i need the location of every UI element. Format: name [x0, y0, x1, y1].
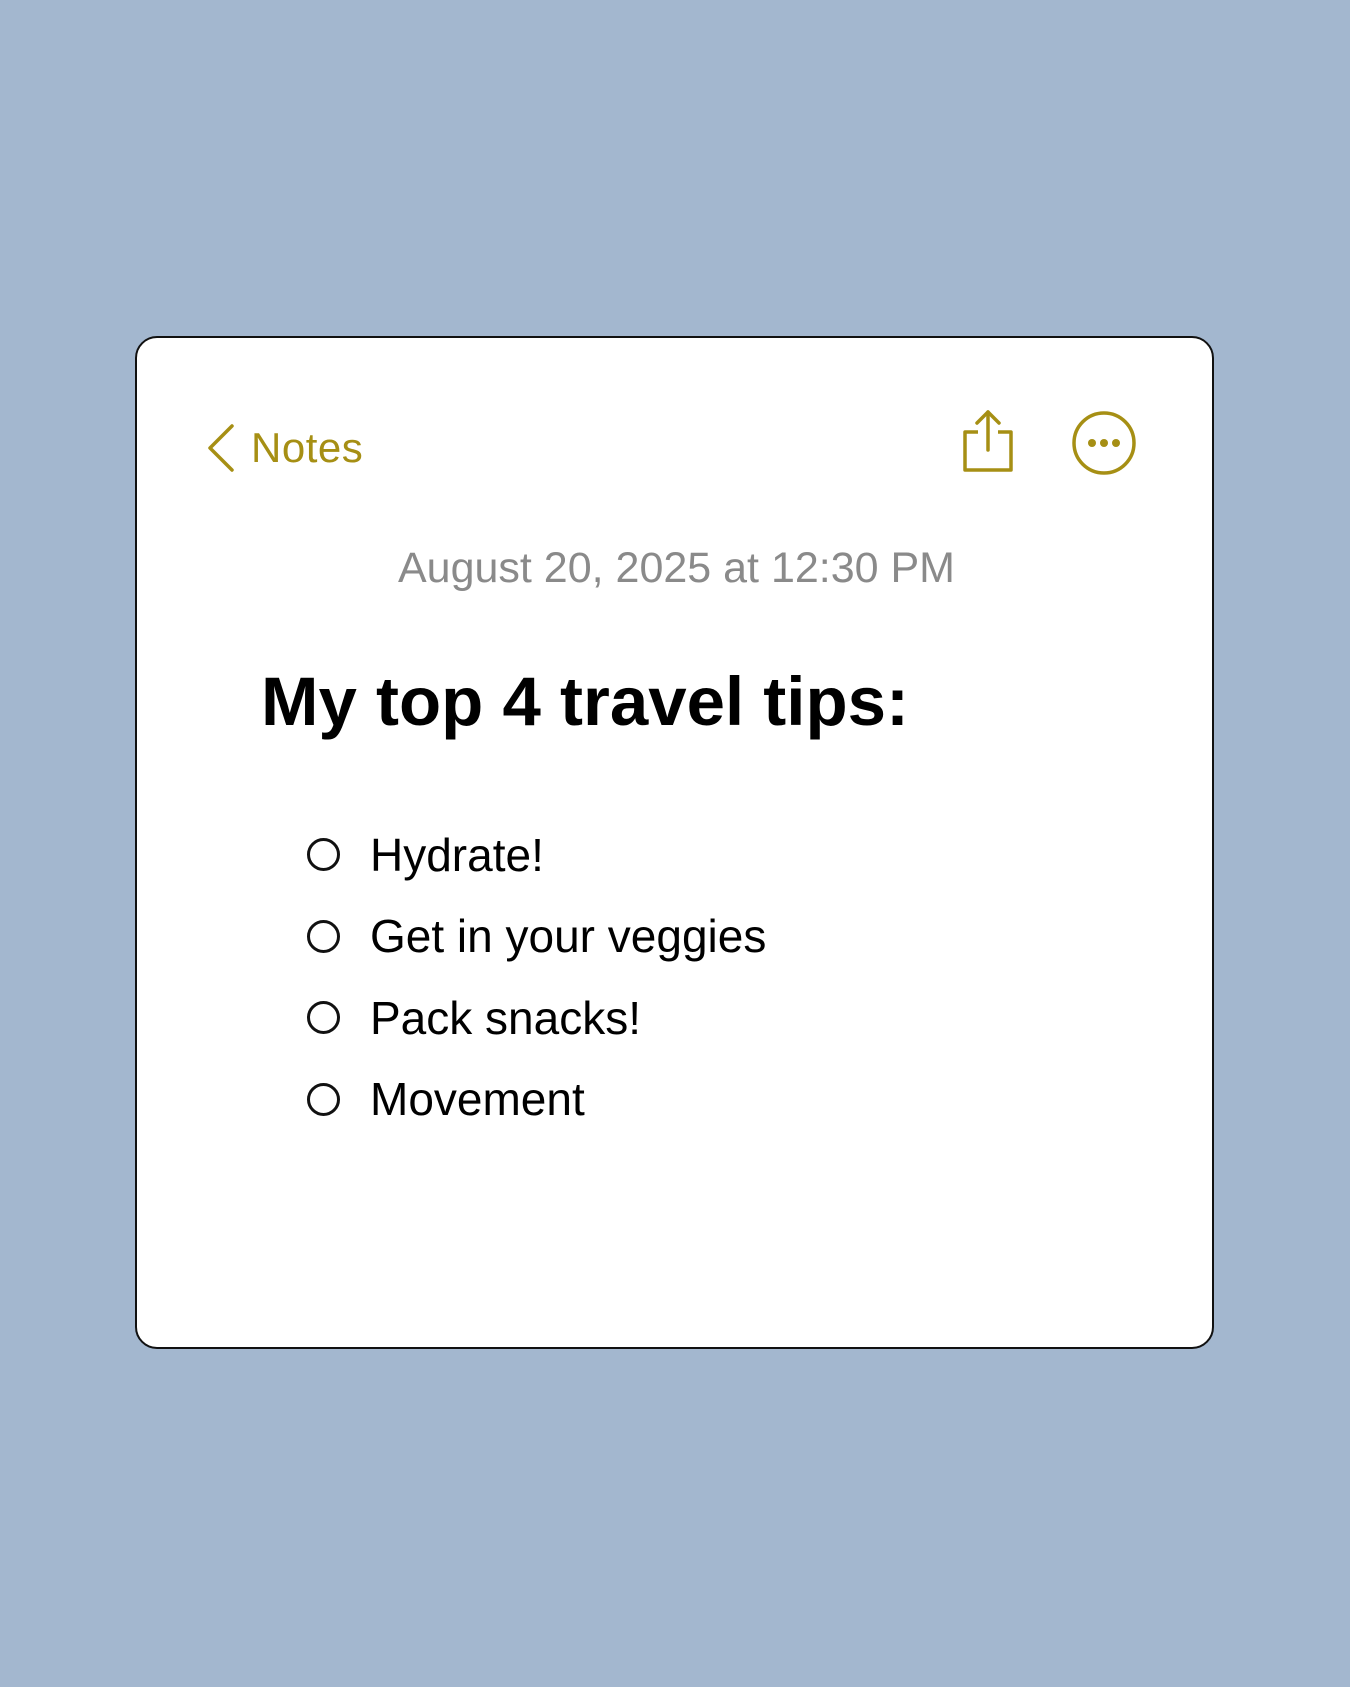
back-button-label: Notes	[251, 424, 364, 471]
checklist-item-text[interactable]: Pack snacks!	[370, 991, 641, 1045]
checklist-item: Pack snacks!	[307, 977, 766, 1059]
checklist-item: Get in your veggies	[307, 896, 766, 978]
checklist-checkbox[interactable]	[307, 919, 340, 953]
chevron-left-icon	[208, 424, 234, 472]
back-to-notes-button[interactable]: Notes	[205, 418, 363, 478]
share-icon[interactable]	[961, 408, 1015, 474]
checklist-checkbox[interactable]	[307, 1082, 340, 1116]
checklist-checkbox[interactable]	[307, 1001, 340, 1035]
checklist-item: Movement	[307, 1059, 766, 1141]
note-timestamp: August 20, 2025 at 12:30 PM	[397, 544, 955, 592]
more-ellipsis-icon[interactable]	[1071, 410, 1137, 476]
checklist-item-text[interactable]: Hydrate!	[370, 828, 544, 882]
checklist-item-text[interactable]: Movement	[370, 1072, 585, 1126]
checklist: Hydrate! Get in your veggies Pack snacks…	[307, 814, 766, 1140]
checklist-item: Hydrate!	[307, 814, 766, 896]
checklist-checkbox[interactable]	[307, 838, 340, 872]
note-title[interactable]: My top 4 travel tips:	[261, 662, 909, 741]
checklist-item-text[interactable]: Get in your veggies	[370, 909, 766, 963]
note-card: Notes August 20, 2025 at 12:30 PM My top…	[135, 336, 1214, 1349]
